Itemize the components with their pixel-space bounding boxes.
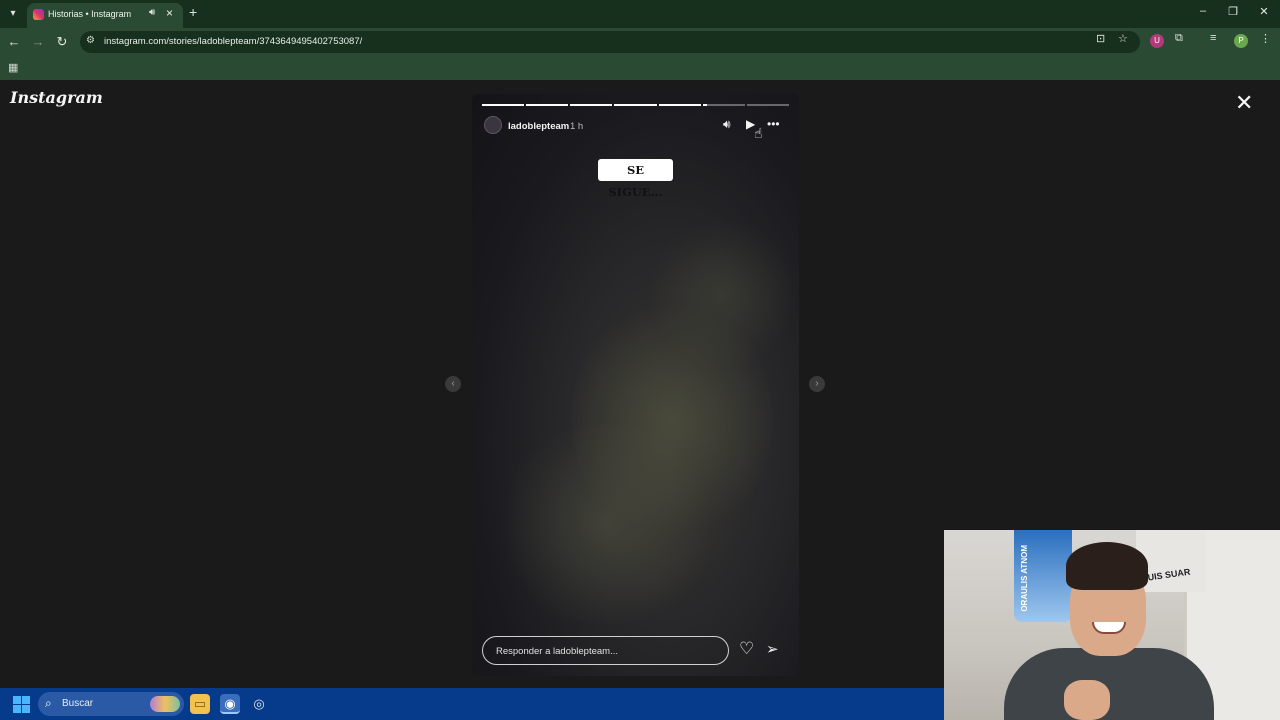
chrome-icon[interactable]: ◉ xyxy=(220,694,240,714)
story-progress-fill xyxy=(658,104,701,106)
send-direct-icon[interactable]: ➢ xyxy=(766,640,779,658)
story-text-sticker: SE SIGUE... xyxy=(598,159,673,199)
minimize-icon[interactable]: – xyxy=(1193,5,1213,17)
story-media[interactable]: ladoblepteam 1 h 🔊︎ ▶ ••• ☝︎ SE SIGUE...… xyxy=(472,94,799,676)
obs-icon[interactable]: ◎ xyxy=(249,694,269,714)
search-highlight-image xyxy=(150,696,180,712)
story-foliage xyxy=(492,424,722,624)
extension-shield-icon[interactable]: U xyxy=(1150,34,1164,48)
close-story-icon[interactable]: ✕ xyxy=(1235,92,1253,114)
reply-input[interactable]: Responder a ladoblepteam... xyxy=(482,636,729,665)
volume-icon[interactable]: 🔊︎ xyxy=(723,117,731,132)
previous-story-icon[interactable]: ‹ xyxy=(445,376,461,392)
story-progress-fill xyxy=(702,104,707,106)
next-story-icon[interactable]: › xyxy=(809,376,825,392)
story-progress-segment xyxy=(614,104,657,106)
webcam-person-hair xyxy=(1066,542,1148,590)
story-progress-bar xyxy=(482,104,789,106)
story-progress-segment xyxy=(482,104,525,106)
tab-title: Historias • Instagram xyxy=(48,9,132,19)
webcam-jersey-text: ORAULIS ATNOM xyxy=(1020,545,1029,612)
webcam-overlay: ORAULIS ATNOM LUIS SUAR xyxy=(944,530,1280,720)
story-progress-segment xyxy=(526,104,569,106)
more-options-icon[interactable]: ••• xyxy=(767,117,780,131)
mouse-cursor-icon: ☝︎ xyxy=(754,125,763,141)
window-close-icon[interactable]: ✕ xyxy=(1254,5,1274,18)
url-text[interactable]: instagram.com/stories/ladoblepteam/37436… xyxy=(104,36,362,47)
browser-titlebar: ▾ Historias • Instagram 🔊︎ × + – ❐ ✕ xyxy=(0,0,1280,28)
apps-grid-icon[interactable]: ▦ xyxy=(8,61,18,74)
story-author-avatar[interactable] xyxy=(484,116,502,134)
taskbar-search-placeholder: Buscar xyxy=(62,698,94,709)
story-progress-fill xyxy=(482,104,525,106)
story-timestamp: 1 h xyxy=(570,121,584,132)
like-heart-icon[interactable]: ♡ xyxy=(739,639,754,659)
story-progress-fill xyxy=(570,104,613,106)
tab-close-icon[interactable]: × xyxy=(166,6,173,20)
file-explorer-icon[interactable]: ▭ xyxy=(190,694,210,714)
forward-icon[interactable]: → xyxy=(30,34,46,49)
new-tab-icon[interactable]: + xyxy=(189,4,197,20)
taskbar-search[interactable]: ⌕ Buscar xyxy=(38,692,184,716)
browser-toolbar: ← → ↻ ⚙︎ instagram.com/stories/ladoblept… xyxy=(0,28,1280,56)
story-progress-segment xyxy=(658,104,701,106)
windows-start-icon[interactable] xyxy=(13,696,30,713)
story-progress-segment xyxy=(570,104,613,106)
site-info-icon[interactable]: ⚙︎ xyxy=(86,35,95,46)
profile-avatar[interactable]: P xyxy=(1234,34,1248,48)
story-progress-segment xyxy=(746,104,789,106)
instagram-favicon-icon xyxy=(33,9,44,20)
menu-kebab-icon[interactable]: ⋮ xyxy=(1260,32,1271,45)
address-bar[interactable]: ⚙︎ instagram.com/stories/ladoblepteam/37… xyxy=(80,31,1140,53)
webcam-person-hand xyxy=(1064,680,1110,720)
bookmarks-bar: ▦ xyxy=(0,56,1280,80)
reading-list-icon[interactable]: ≡ xyxy=(1210,32,1216,44)
tab-search-icon[interactable]: ▾ xyxy=(4,5,22,23)
browser-tab-active[interactable]: Historias • Instagram 🔊︎ × xyxy=(27,3,183,28)
extensions-icon[interactable]: ⧉ xyxy=(1175,32,1183,45)
reload-icon[interactable]: ↻ xyxy=(54,34,70,50)
story-progress-fill xyxy=(526,104,569,106)
reply-placeholder: Responder a ladoblepteam... xyxy=(496,646,618,657)
restore-icon[interactable]: ❐ xyxy=(1223,5,1243,18)
tab-audio-icon[interactable]: 🔊︎ xyxy=(149,7,155,18)
story-progress-fill xyxy=(614,104,657,106)
search-icon: ⌕ xyxy=(45,696,52,710)
instagram-logo[interactable]: Instagram xyxy=(10,88,103,107)
install-app-icon[interactable]: ⊡ xyxy=(1096,32,1105,45)
bookmark-star-icon[interactable]: ☆ xyxy=(1118,32,1128,45)
story-username[interactable]: ladoblepteam xyxy=(508,121,569,132)
story-progress-segment xyxy=(702,104,745,106)
back-icon[interactable]: ← xyxy=(6,34,22,49)
